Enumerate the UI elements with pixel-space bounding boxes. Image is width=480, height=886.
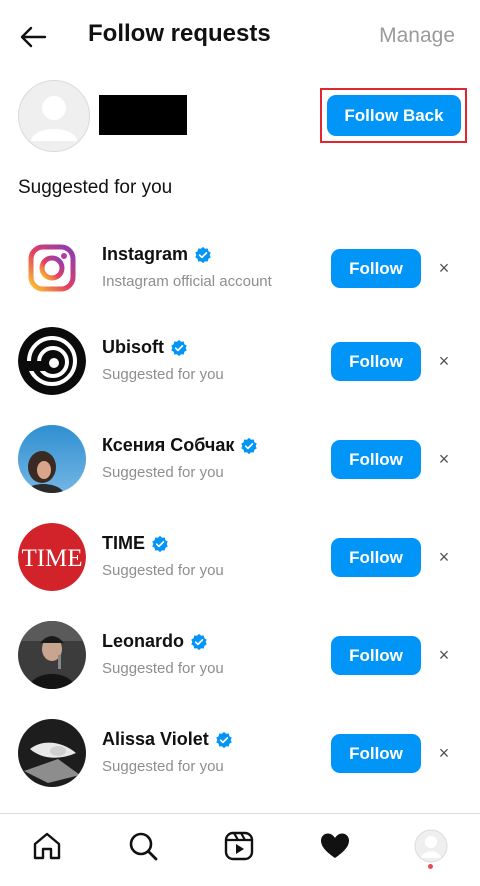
tab-reels[interactable] <box>219 826 259 866</box>
account-subtitle: Suggested for you <box>102 660 224 677</box>
tab-profile[interactable] <box>411 826 451 866</box>
account-name-text: Ксения Собчак <box>102 435 235 455</box>
account-subtitle: Instagram official account <box>102 273 272 290</box>
default-avatar-icon <box>31 96 77 141</box>
verified-badge-icon <box>215 731 232 748</box>
account-subtitle: Suggested for you <box>102 758 224 775</box>
account-name-text: Alissa Violet <box>102 729 209 749</box>
follow-back-button[interactable]: Follow Back <box>327 95 461 136</box>
search-icon <box>129 832 158 861</box>
account-name[interactable]: Leonardo <box>102 631 208 652</box>
svg-text:TIME: TIME <box>21 545 82 572</box>
list-item: Ubisoft Suggested for you Follow × <box>0 325 480 397</box>
follow-button[interactable]: Follow <box>331 440 421 479</box>
account-name-text: Instagram <box>102 244 189 264</box>
person-photo-icon <box>18 425 86 493</box>
account-subtitle: Suggested for you <box>102 562 224 579</box>
person-photo-icon <box>18 719 86 787</box>
reels-icon <box>224 831 254 861</box>
tab-activity[interactable] <box>315 826 355 866</box>
header: Follow requests Manage <box>0 0 480 76</box>
follow-request-row: Follow Back <box>0 80 480 152</box>
list-item: Ксения Собчак Suggested for you Follow × <box>0 423 480 495</box>
avatar[interactable] <box>18 327 86 395</box>
follow-button[interactable]: Follow <box>331 538 421 577</box>
account-name-text: Ubisoft <box>102 337 164 357</box>
account-subtitle: Suggested for you <box>102 464 224 481</box>
home-icon <box>33 832 61 860</box>
account-name[interactable]: Ксения Собчак <box>102 435 258 456</box>
account-name[interactable]: Ubisoft <box>102 337 188 358</box>
list-item: Leonardo Suggested for you Follow × <box>0 619 480 691</box>
list-item: Instagram Instagram official account Fol… <box>0 232 480 304</box>
tab-search[interactable] <box>123 826 163 866</box>
follow-button[interactable]: Follow <box>331 249 421 288</box>
dismiss-icon[interactable]: × <box>434 351 454 372</box>
back-arrow-icon[interactable] <box>18 22 48 52</box>
account-name-text: TIME <box>102 533 145 553</box>
page-title: Follow requests <box>88 20 271 47</box>
manage-button[interactable]: Manage <box>379 24 455 48</box>
follow-button[interactable]: Follow <box>331 636 421 675</box>
verified-badge-icon <box>241 437 258 454</box>
notification-dot <box>428 864 433 869</box>
tab-home[interactable] <box>27 826 67 866</box>
account-name-text: Leonardo <box>102 631 185 651</box>
avatar[interactable] <box>18 425 86 493</box>
verified-badge-icon <box>191 633 207 650</box>
verified-badge-icon <box>195 246 211 263</box>
verified-badge-icon <box>171 339 187 356</box>
account-name[interactable]: Instagram <box>102 244 212 265</box>
follow-button[interactable]: Follow <box>331 342 421 381</box>
list-item: TIME TIME Suggested for you Follow × <box>0 521 480 593</box>
dismiss-icon[interactable]: × <box>434 645 454 666</box>
ubisoft-logo-icon <box>18 327 86 395</box>
bottom-tab-bar <box>0 813 480 886</box>
follow-button[interactable]: Follow <box>331 734 421 773</box>
person-photo-icon <box>18 621 86 689</box>
profile-icon <box>414 829 448 863</box>
redacted-username <box>99 95 187 135</box>
section-title: Suggested for you <box>18 177 173 198</box>
dismiss-icon[interactable]: × <box>434 547 454 568</box>
avatar[interactable]: TIME <box>18 523 86 591</box>
dismiss-icon[interactable]: × <box>434 258 454 279</box>
dismiss-icon[interactable]: × <box>434 449 454 470</box>
avatar[interactable] <box>18 621 86 689</box>
heart-icon <box>321 833 349 858</box>
account-subtitle: Suggested for you <box>102 366 224 383</box>
account-name[interactable]: TIME <box>102 533 169 554</box>
list-item: Alissa Violet Suggested for you Follow × <box>0 717 480 789</box>
avatar[interactable] <box>18 234 86 302</box>
account-name[interactable]: Alissa Violet <box>102 729 233 750</box>
avatar[interactable] <box>18 719 86 787</box>
instagram-logo-icon <box>28 244 76 292</box>
time-logo-icon: TIME <box>18 523 86 591</box>
avatar[interactable] <box>18 80 90 152</box>
verified-badge-icon <box>152 535 168 552</box>
dismiss-icon[interactable]: × <box>434 743 454 764</box>
